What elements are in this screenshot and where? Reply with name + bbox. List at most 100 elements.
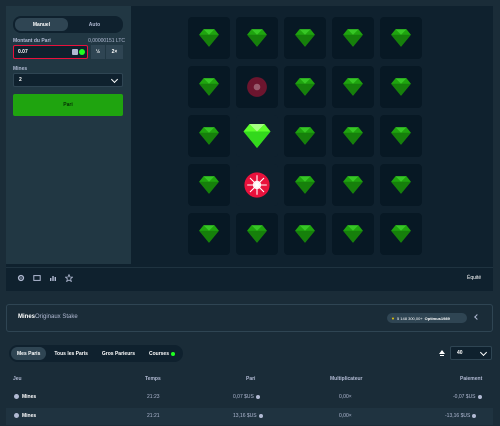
mines-tile[interactable] xyxy=(332,66,374,108)
gem-icon xyxy=(295,176,315,194)
col-bet: Pari xyxy=(246,376,256,382)
theatre-icon[interactable] xyxy=(33,274,41,282)
double-bet-button[interactable]: 2× xyxy=(106,45,123,59)
gem-icon xyxy=(199,225,219,243)
bets-tabs: Mes Paris Tous les Paris Gros Parieurs C… xyxy=(9,345,183,362)
game-footer xyxy=(6,267,493,291)
gem-icon xyxy=(391,225,411,243)
gem-icon xyxy=(343,225,363,243)
gem-icon xyxy=(295,78,315,96)
mines-tile[interactable] xyxy=(236,66,278,108)
bet-amount-input[interactable]: 0.07 xyxy=(13,45,88,59)
mines-select[interactable]: 2 xyxy=(13,73,123,87)
coin-icon xyxy=(258,413,263,418)
mines-tile[interactable] xyxy=(380,164,422,206)
gem-icon xyxy=(391,176,411,194)
row-time: 21:23 xyxy=(147,394,160,400)
row-payout: -0,07 $US xyxy=(453,394,482,400)
table-row[interactable]: Mines 21:23 0,07 $US 0,00× -0,07 $US xyxy=(6,389,493,406)
table-row[interactable]: Mines 21:21 13,16 $US 0,00× -13,16 $US xyxy=(6,408,493,425)
mines-tile[interactable] xyxy=(380,213,422,255)
mines-tile[interactable] xyxy=(236,115,278,157)
bets-count-value: 40 xyxy=(457,350,463,356)
mines-tile[interactable] xyxy=(284,115,326,157)
mines-tile[interactable] xyxy=(284,17,326,59)
top-win-badge[interactable]: ▼ 5 148 300,00+ Optimus1989 xyxy=(387,313,467,323)
mines-tile[interactable] xyxy=(236,213,278,255)
coin-icon xyxy=(472,413,477,418)
mines-tile[interactable] xyxy=(284,164,326,206)
row-game: Mines xyxy=(14,413,36,419)
mines-tile[interactable] xyxy=(188,66,230,108)
favorite-icon[interactable] xyxy=(65,274,73,282)
sort-button[interactable] xyxy=(436,346,448,360)
mines-tile[interactable] xyxy=(284,66,326,108)
gem-icon xyxy=(343,127,363,145)
top-win-player: Optimus1989 xyxy=(424,315,450,321)
row-multiplier: 0,00× xyxy=(339,413,352,419)
tab-races[interactable]: Courses xyxy=(143,347,181,360)
gem-icon xyxy=(243,124,271,148)
live-indicator xyxy=(171,351,175,356)
tab-races-label: Courses xyxy=(148,350,169,357)
row-time: 21:21 xyxy=(147,413,160,419)
bet-crypto-value: 0,00000151 LTC xyxy=(88,38,125,44)
chevron-down-icon xyxy=(479,348,488,357)
mines-tile[interactable] xyxy=(380,66,422,108)
col-game: Jeu xyxy=(13,376,22,382)
mines-label: Mines xyxy=(13,66,28,72)
gem-icon xyxy=(391,29,411,47)
fairness-button[interactable]: Équité xyxy=(467,275,481,281)
half-bet-button[interactable]: ½ xyxy=(91,45,105,59)
game-provider: Originaux Stake xyxy=(35,314,78,320)
mines-tile[interactable] xyxy=(188,115,230,157)
bet-button[interactable]: Pari xyxy=(13,94,123,116)
mines-tile[interactable] xyxy=(380,17,422,59)
game-title: Mines xyxy=(18,314,36,320)
mines-tile[interactable] xyxy=(236,17,278,59)
row-multiplier: 0,00× xyxy=(339,394,352,400)
mines-game-icon xyxy=(14,413,19,419)
trophy-icon: ▼ xyxy=(391,315,395,321)
mines-game-icon xyxy=(14,394,19,400)
gem-icon xyxy=(199,29,219,47)
tab-high-rollers[interactable]: Gros Parieurs xyxy=(96,347,141,360)
tab-auto[interactable]: Auto xyxy=(68,18,121,31)
gem-icon xyxy=(247,29,267,47)
stats-icon[interactable] xyxy=(49,274,57,282)
top-win-amount: 5 148 300,00+ xyxy=(396,315,423,321)
coin-icon xyxy=(79,49,85,55)
mines-tile[interactable] xyxy=(188,17,230,59)
mines-tile[interactable] xyxy=(332,115,374,157)
row-bet: 0,07 $US xyxy=(233,394,260,400)
mine-icon xyxy=(244,172,270,198)
mines-tile[interactable] xyxy=(332,213,374,255)
settings-icon[interactable] xyxy=(17,274,25,282)
bet-amount-value: 0.07 xyxy=(18,49,28,55)
tab-manual[interactable]: Manuel xyxy=(15,18,68,31)
mines-tile[interactable] xyxy=(236,164,278,206)
tab-my-bets[interactable]: Mes Paris xyxy=(11,347,47,360)
gem-icon xyxy=(199,78,219,96)
mode-toggle: Manuel Auto xyxy=(13,16,123,33)
bet-amount-label: Montant du Pari xyxy=(13,38,51,44)
mines-tile[interactable] xyxy=(332,164,374,206)
currency-icon xyxy=(72,49,78,55)
col-multiplier: Multiplicateur xyxy=(330,376,363,382)
col-time: Temps xyxy=(145,376,161,382)
chevron-down-icon xyxy=(110,75,119,84)
tab-all-bets[interactable]: Tous les Paris xyxy=(48,347,94,360)
mines-tile[interactable] xyxy=(188,213,230,255)
mines-value: 2 xyxy=(19,77,22,83)
mines-tile[interactable] xyxy=(188,164,230,206)
col-payout: Paiement xyxy=(460,376,483,382)
gem-icon xyxy=(343,176,363,194)
mines-tile[interactable] xyxy=(380,115,422,157)
gem-icon xyxy=(343,29,363,47)
mines-tile[interactable] xyxy=(332,17,374,59)
mines-tile[interactable] xyxy=(284,213,326,255)
bets-count-select[interactable]: 40 xyxy=(450,346,492,360)
mine-icon xyxy=(247,77,267,97)
gem-icon xyxy=(247,225,267,243)
coin-icon xyxy=(477,394,482,399)
